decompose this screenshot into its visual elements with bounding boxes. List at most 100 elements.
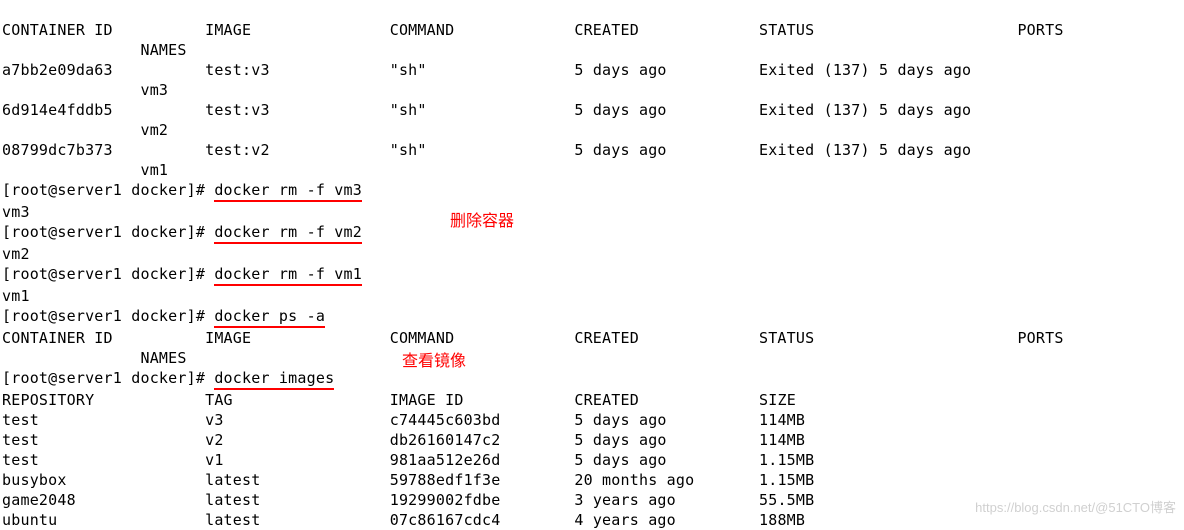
ps-header-row: CONTAINER ID IMAGE COMMAND CREATED STATU…	[2, 329, 1064, 347]
prompt-line: [root@server1 docker]# docker ps -a	[2, 307, 334, 325]
output: vm1	[2, 287, 30, 305]
cell-imgid: 07c86167cdc4	[390, 511, 501, 529]
col-created: CREATED	[574, 391, 639, 409]
col-status: STATUS	[759, 21, 814, 39]
cell-repo: busybox	[2, 471, 67, 489]
col-names: NAMES	[140, 349, 186, 367]
table-row: test v3 c74445c603bd 5 days ago 114MB	[2, 411, 805, 429]
table-row: a7bb2e09da63 test:v3 "sh" 5 days ago Exi…	[2, 61, 971, 79]
cell-tag: latest	[205, 511, 260, 529]
col-tag: TAG	[205, 391, 233, 409]
col-ports: PORTS	[1017, 329, 1063, 347]
cmd-docker-rm-vm2[interactable]: docker rm -f vm2	[214, 222, 362, 244]
cell-names: vm3	[140, 81, 168, 99]
cell-tag: v1	[205, 451, 223, 469]
cell-created: 5 days ago	[574, 431, 666, 449]
table-row: 6d914e4fddb5 test:v3 "sh" 5 days ago Exi…	[2, 101, 971, 119]
shell-prompt: [root@server1 docker]#	[2, 265, 214, 283]
cell-size: 114MB	[759, 431, 805, 449]
cell-image: test:v3	[205, 61, 270, 79]
cell-image: test:v2	[205, 141, 270, 159]
cell-imgid: c74445c603bd	[390, 411, 501, 429]
ps-header-row: CONTAINER ID IMAGE COMMAND CREATED STATU…	[2, 21, 1064, 39]
col-created: CREATED	[574, 21, 639, 39]
cell-imgid: 981aa512e26d	[390, 451, 501, 469]
cell-imgid: db26160147c2	[390, 431, 501, 449]
prompt-line: [root@server1 docker]# docker images	[2, 369, 344, 387]
shell-prompt: [root@server1 docker]#	[2, 307, 214, 325]
cell-size: 1.15MB	[759, 451, 814, 469]
cell-status: Exited (137) 5 days ago	[759, 101, 971, 119]
images-header-row: REPOSITORY TAG IMAGE ID CREATED SIZE	[2, 391, 796, 409]
col-created: CREATED	[574, 329, 639, 347]
cell-id: 6d914e4fddb5	[2, 101, 113, 119]
shell-prompt: [root@server1 docker]#	[2, 181, 214, 199]
cell-status: Exited (137) 5 days ago	[759, 141, 971, 159]
cell-repo: test	[2, 431, 39, 449]
col-command: COMMAND	[390, 329, 455, 347]
cell-size: 1.15MB	[759, 471, 814, 489]
col-image: IMAGE	[205, 329, 251, 347]
table-row: busybox latest 59788edf1f3e 20 months ag…	[2, 471, 814, 489]
col-container-id: CONTAINER ID	[2, 21, 113, 39]
cell-tag: latest	[205, 471, 260, 489]
cell-created: 5 days ago	[574, 101, 666, 119]
col-status: STATUS	[759, 329, 814, 347]
shell-prompt: [root@server1 docker]#	[2, 223, 214, 241]
cell-tag: latest	[205, 491, 260, 509]
cmd-docker-rm-vm1[interactable]: docker rm -f vm1	[214, 264, 362, 286]
ps-header-names: NAMES	[2, 349, 187, 367]
cell-created: 5 days ago	[574, 451, 666, 469]
cell-image: test:v3	[205, 101, 270, 119]
cell-repo: test	[2, 451, 39, 469]
prompt-line: [root@server1 docker]# docker rm -f vm2	[2, 223, 371, 241]
col-size: SIZE	[759, 391, 796, 409]
col-repository: REPOSITORY	[2, 391, 94, 409]
cell-id: 08799dc7b373	[2, 141, 113, 159]
col-image: IMAGE	[205, 21, 251, 39]
prompt-line: [root@server1 docker]# docker rm -f vm1	[2, 265, 371, 283]
cell-command: "sh"	[390, 101, 427, 119]
cell-command: "sh"	[390, 61, 427, 79]
table-row: test v2 db26160147c2 5 days ago 114MB	[2, 431, 805, 449]
cell-imgid: 59788edf1f3e	[390, 471, 501, 489]
cmd-docker-rm-vm3[interactable]: docker rm -f vm3	[214, 180, 362, 202]
annotation-delete-containers: 删除容器	[450, 212, 514, 232]
cell-size: 188MB	[759, 511, 805, 529]
col-image-id: IMAGE ID	[390, 391, 464, 409]
cell-imgid: 19299002fdbe	[390, 491, 501, 509]
cell-command: "sh"	[390, 141, 427, 159]
col-ports: PORTS	[1017, 21, 1063, 39]
cell-names: vm2	[140, 121, 168, 139]
watermark: https://blog.csdn.net/@51CTO博客	[975, 498, 1176, 518]
cell-created: 5 days ago	[574, 411, 666, 429]
table-row: ubuntu latest 07c86167cdc4 4 years ago 1…	[2, 511, 805, 529]
table-row-names: vm1	[2, 161, 168, 179]
cell-tag: v2	[205, 431, 223, 449]
ps-header-names: NAMES	[2, 41, 187, 59]
cell-created: 5 days ago	[574, 141, 666, 159]
table-row: test v1 981aa512e26d 5 days ago 1.15MB	[2, 451, 814, 469]
cell-repo: ubuntu	[2, 511, 57, 529]
col-container-id: CONTAINER ID	[2, 329, 113, 347]
cell-size: 55.5MB	[759, 491, 814, 509]
cell-created: 4 years ago	[574, 511, 676, 529]
cell-size: 114MB	[759, 411, 805, 429]
prompt-line: [root@server1 docker]# docker rm -f vm3	[2, 181, 371, 199]
output: vm3	[2, 203, 30, 221]
cell-id: a7bb2e09da63	[2, 61, 113, 79]
cell-repo: test	[2, 411, 39, 429]
cmd-docker-ps-a[interactable]: docker ps -a	[214, 306, 325, 328]
table-row-names: vm3	[2, 81, 168, 99]
cmd-docker-images[interactable]: docker images	[214, 368, 334, 390]
terminal: CONTAINER ID IMAGE COMMAND CREATED STATU…	[2, 0, 1064, 530]
col-command: COMMAND	[390, 21, 455, 39]
cell-created: 3 years ago	[574, 491, 676, 509]
output: vm2	[2, 245, 30, 263]
shell-prompt: [root@server1 docker]#	[2, 369, 214, 387]
cell-created: 5 days ago	[574, 61, 666, 79]
cell-repo: game2048	[2, 491, 76, 509]
col-names: NAMES	[140, 41, 186, 59]
cell-status: Exited (137) 5 days ago	[759, 61, 971, 79]
table-row: 08799dc7b373 test:v2 "sh" 5 days ago Exi…	[2, 141, 971, 159]
